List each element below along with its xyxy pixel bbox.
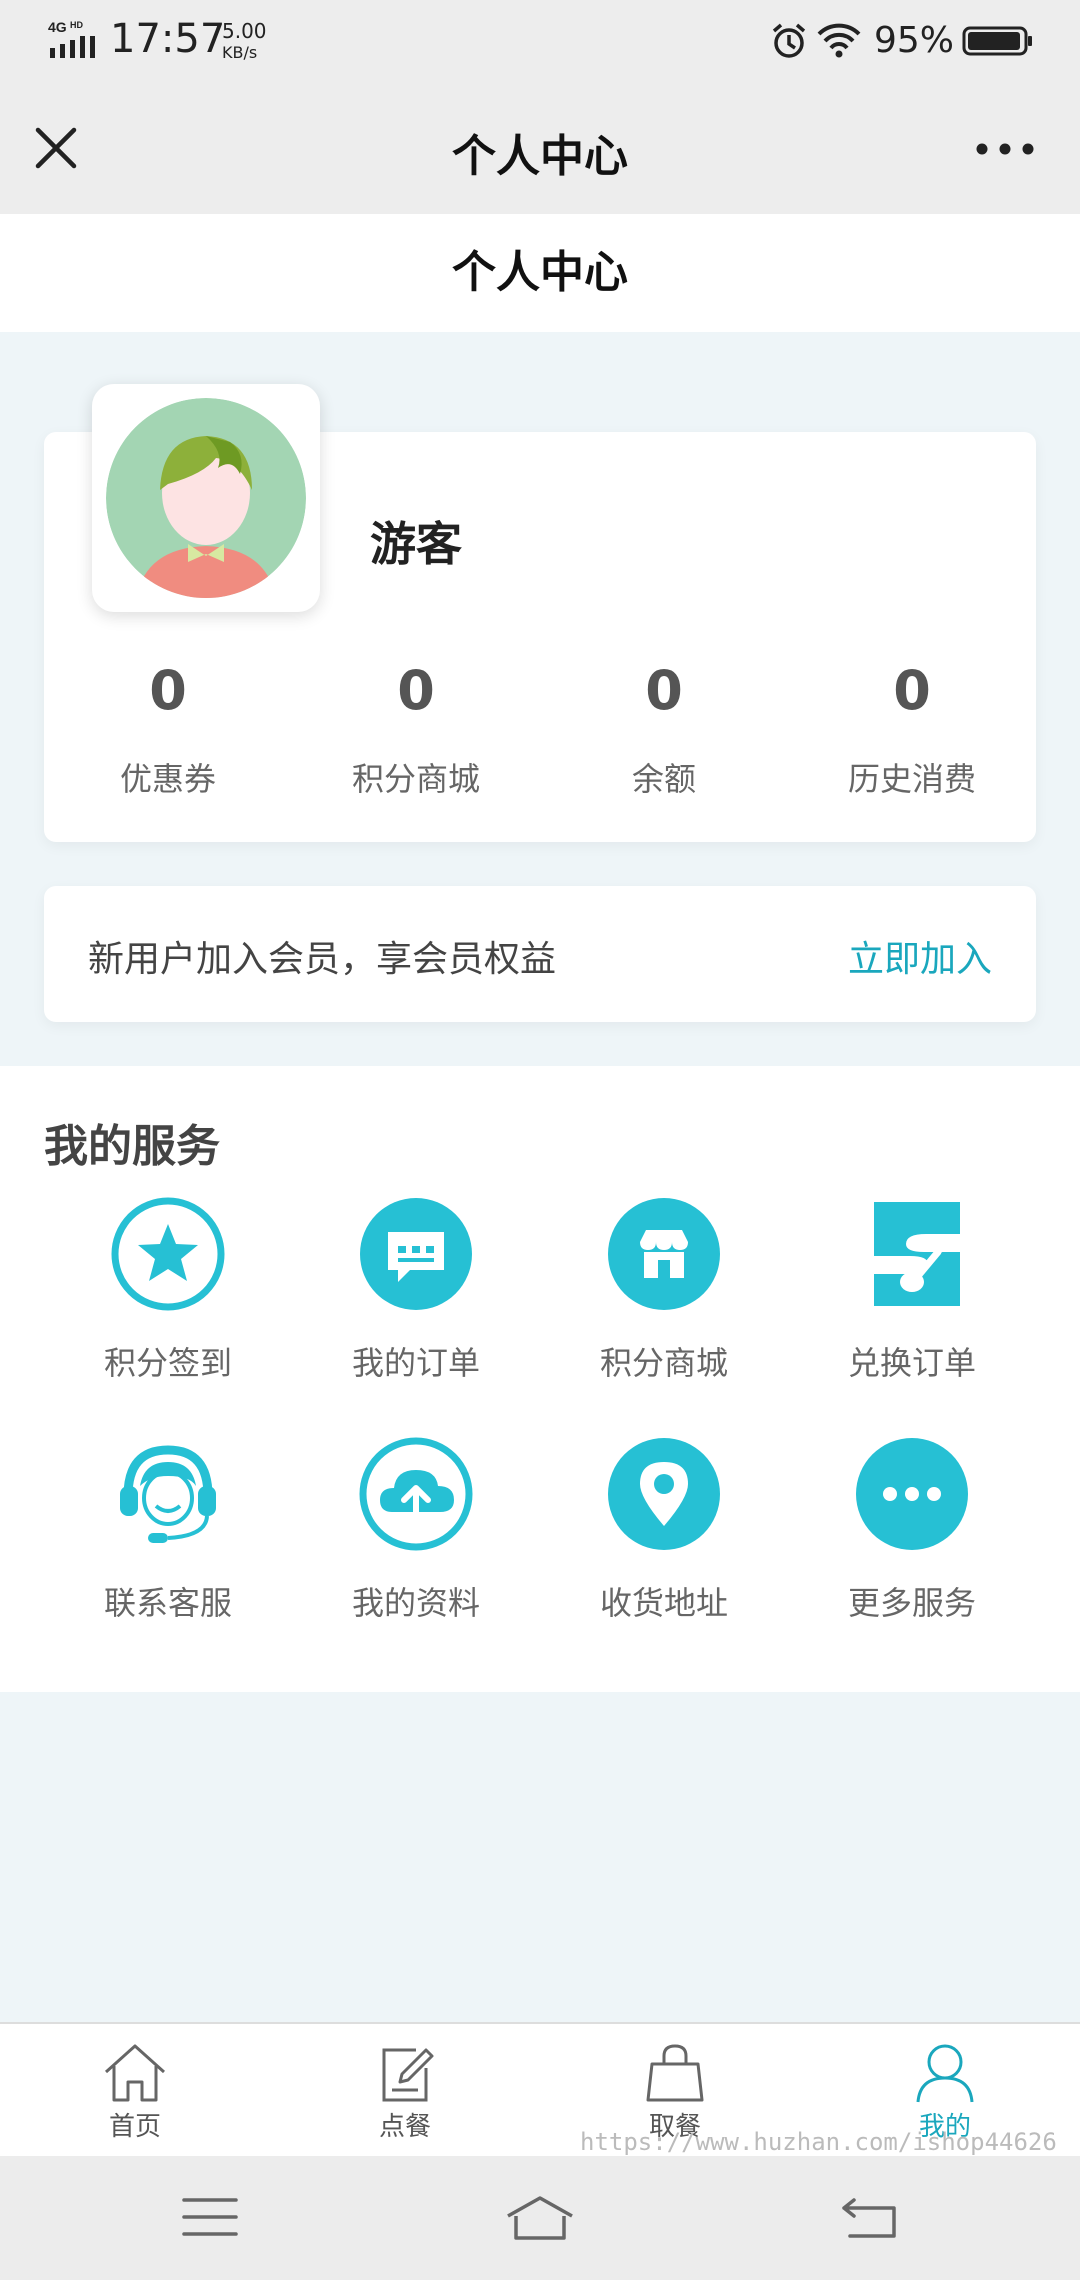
more-icon[interactable] [970, 134, 1040, 164]
stat-balance[interactable]: 0 余额 [540, 650, 788, 810]
spoon-icon [874, 1202, 960, 1306]
join-member-button[interactable]: 立即加入 [848, 930, 992, 982]
service-my-orders[interactable]: 我的订单 [292, 1196, 540, 1436]
service-label: 积分商城 [599, 1344, 728, 1382]
service-label: 联系客服 [103, 1584, 232, 1622]
stat-label: 积分商城 [351, 760, 480, 798]
menu-icon[interactable] [180, 2194, 240, 2240]
cloud-upload-icon [359, 1437, 473, 1551]
stat-value: 0 [893, 659, 931, 722]
stat-value: 0 [149, 659, 187, 722]
headset-icon [120, 1445, 216, 1543]
service-customer-support[interactable]: 联系客服 [44, 1436, 292, 1676]
service-shipping-address[interactable]: 收货地址 [540, 1436, 788, 1676]
member-banner: 新用户加入会员，享会员权益 立即加入 [44, 886, 1036, 1022]
stat-value: 0 [397, 659, 435, 722]
battery-percent: 95% [874, 20, 955, 61]
tab-home[interactable]: 首页 [0, 2024, 270, 2156]
services-title: 我的服务 [44, 1121, 220, 1172]
speed-value: 5.00 [222, 19, 267, 43]
status-time: 17:57 [110, 16, 226, 62]
battery-icon [962, 26, 1032, 56]
stat-label: 历史消费 [847, 760, 976, 798]
signal-icon: 4G HD [48, 19, 95, 58]
service-label: 我的订单 [351, 1344, 480, 1382]
avatar-icon [106, 398, 306, 598]
service-my-profile[interactable]: 我的资料 [292, 1436, 540, 1676]
stat-label: 优惠券 [119, 760, 216, 798]
window-title: 个人中心 [452, 131, 628, 182]
avatar[interactable] [92, 384, 320, 612]
service-label: 我的资料 [351, 1584, 480, 1622]
service-label: 收货地址 [599, 1584, 728, 1622]
page-title: 个人中心 [0, 214, 1080, 332]
bag-icon [646, 2044, 704, 2102]
tab-label: 首页 [108, 2112, 161, 2142]
network-speed: 5.00 KB/s [222, 20, 267, 64]
stat-value: 0 [645, 659, 683, 722]
service-more[interactable]: 更多服务 [788, 1436, 1036, 1676]
services-grid: 积分签到 我的订单 积分商城 兑换订单 联系客服 我的资料 收货地址 更多服务 [44, 1196, 1036, 1676]
chat-icon [360, 1198, 472, 1310]
service-points-mall[interactable]: 积分商城 [540, 1196, 788, 1436]
edit-icon [382, 2048, 434, 2102]
service-checkin[interactable]: 积分签到 [44, 1196, 292, 1436]
alarm-icon [772, 23, 806, 58]
location-icon [608, 1438, 720, 1550]
stats-row: 0 优惠券 0 积分商城 0 余额 0 历史消费 [44, 650, 1036, 810]
stat-coupons[interactable]: 0 优惠券 [44, 650, 292, 810]
shop-icon [608, 1198, 720, 1310]
more-dots-icon [856, 1438, 968, 1550]
service-label: 更多服务 [847, 1584, 976, 1622]
username: 游客 [370, 517, 462, 571]
wifi-icon [817, 23, 861, 58]
system-nav-bar [0, 2156, 1080, 2280]
status-bar: 4G HD 17:57 5.00 KB/s 95% [0, 0, 1080, 84]
home-nav-icon[interactable] [504, 2194, 576, 2242]
svg-text:4G: 4G [48, 19, 67, 35]
watermark: https://www.huzhan.com/ishop44626 [580, 2128, 1057, 2156]
svg-text:HD: HD [70, 20, 83, 30]
back-icon[interactable] [840, 2194, 900, 2240]
star-icon [111, 1197, 225, 1311]
stat-history[interactable]: 0 历史消费 [788, 650, 1036, 810]
stat-label: 余额 [631, 760, 696, 798]
speed-unit: KB/s [222, 43, 258, 62]
member-banner-text: 新用户加入会员，享会员权益 [88, 939, 557, 980]
title-bar: 个人中心 [0, 84, 1080, 214]
user-icon [916, 2044, 974, 2103]
service-label: 积分签到 [103, 1344, 232, 1382]
service-label: 兑换订单 [847, 1344, 976, 1382]
home-icon [104, 2044, 166, 2102]
stat-points-mall[interactable]: 0 积分商城 [292, 650, 540, 810]
service-exchange-orders[interactable]: 兑换订单 [788, 1196, 1036, 1436]
tab-label: 点餐 [378, 2112, 431, 2142]
services-section: 我的服务 积分签到 我的订单 积分商城 兑换订单 联系客服 我的资料 收货地址 … [0, 1066, 1080, 1692]
tab-order[interactable]: 点餐 [270, 2024, 540, 2156]
